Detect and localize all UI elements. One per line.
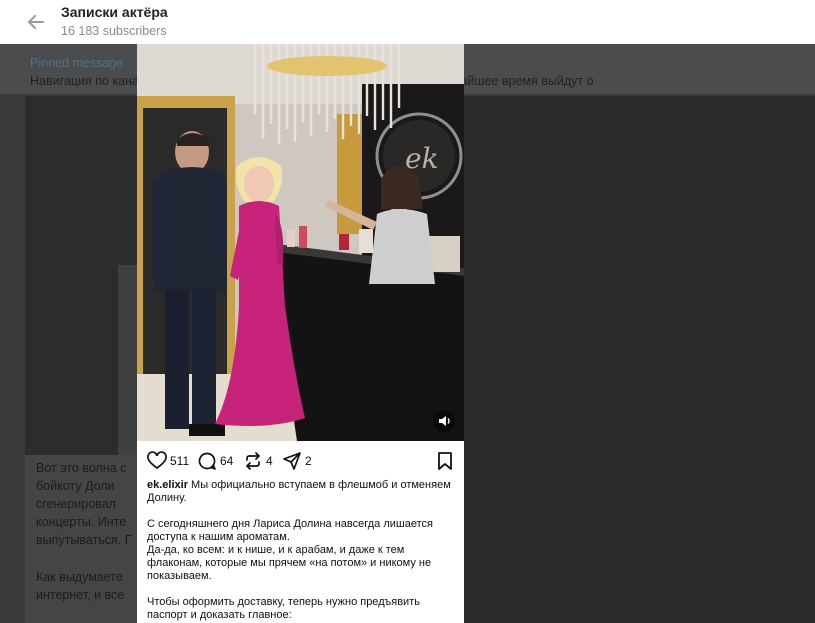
bookmark-button[interactable] [436, 451, 454, 471]
repost-button[interactable]: 4 [243, 451, 281, 471]
send-icon [283, 452, 301, 470]
back-button[interactable] [24, 10, 48, 34]
volume-button[interactable] [433, 410, 455, 432]
message-line: Вот это волна с [36, 461, 127, 475]
message-line: интернет, и все [36, 588, 125, 602]
comment-button[interactable]: 64 [197, 451, 245, 471]
caption-username[interactable]: ek.elixir [147, 479, 188, 491]
caption-text: Мы официально вступаем в флешмоб и отмен… [147, 479, 451, 504]
message-line: выпутываться. Г [36, 533, 132, 547]
message-line: бойкоту Доли [36, 479, 115, 493]
comment-icon [198, 452, 216, 470]
share-count: 2 [305, 454, 312, 468]
comment-count: 64 [220, 454, 234, 468]
caption-line: паспорт и доказать главное: [147, 609, 292, 621]
heart-icon [147, 451, 167, 470]
caption-line: Чтобы оформить доставку, теперь нужно пр… [147, 596, 420, 608]
repost-count: 4 [266, 454, 273, 468]
share-button[interactable]: 2 [282, 451, 318, 471]
message-line: сгенерировал [36, 497, 116, 511]
message-line: концерты. Инте [36, 515, 127, 529]
right-dim-panel [464, 96, 815, 623]
bookmark-icon [438, 452, 452, 470]
media-viewer-post: ek 511 64 4 2 ek.elixir Мы официально вс… [137, 44, 464, 623]
like-count: 511 [170, 454, 190, 468]
post-caption: ek.elixir Мы официально вступаем в флешм… [147, 479, 457, 623]
message-line: Как выдумаете [36, 570, 123, 584]
post-photo[interactable]: ek [137, 44, 464, 441]
post-actions-bar: 511 64 4 2 [137, 445, 464, 475]
caption-line: флаконам, которые мы прячем «на потом» и… [147, 557, 432, 569]
channel-title[interactable]: Записки актёра [61, 4, 168, 20]
caption-line: Да-да, ко всем: и к нише, и к арабам, и … [147, 544, 405, 556]
like-button[interactable]: 511 [147, 451, 199, 471]
channel-header: Записки актёра 16 183 subscribers [0, 0, 815, 44]
speaker-icon [439, 416, 450, 426]
repost-icon [246, 452, 260, 470]
caption-line: показываем. [147, 570, 212, 582]
pinned-label: Pinned message [30, 56, 124, 70]
caption-line: С сегодняшнего дня Лариса Долина навсегд… [147, 518, 433, 530]
caption-line: доступа к нашим ароматам. [147, 531, 290, 543]
subscriber-count: 16 183 subscribers [61, 24, 167, 38]
arrow-left-icon [28, 15, 44, 29]
